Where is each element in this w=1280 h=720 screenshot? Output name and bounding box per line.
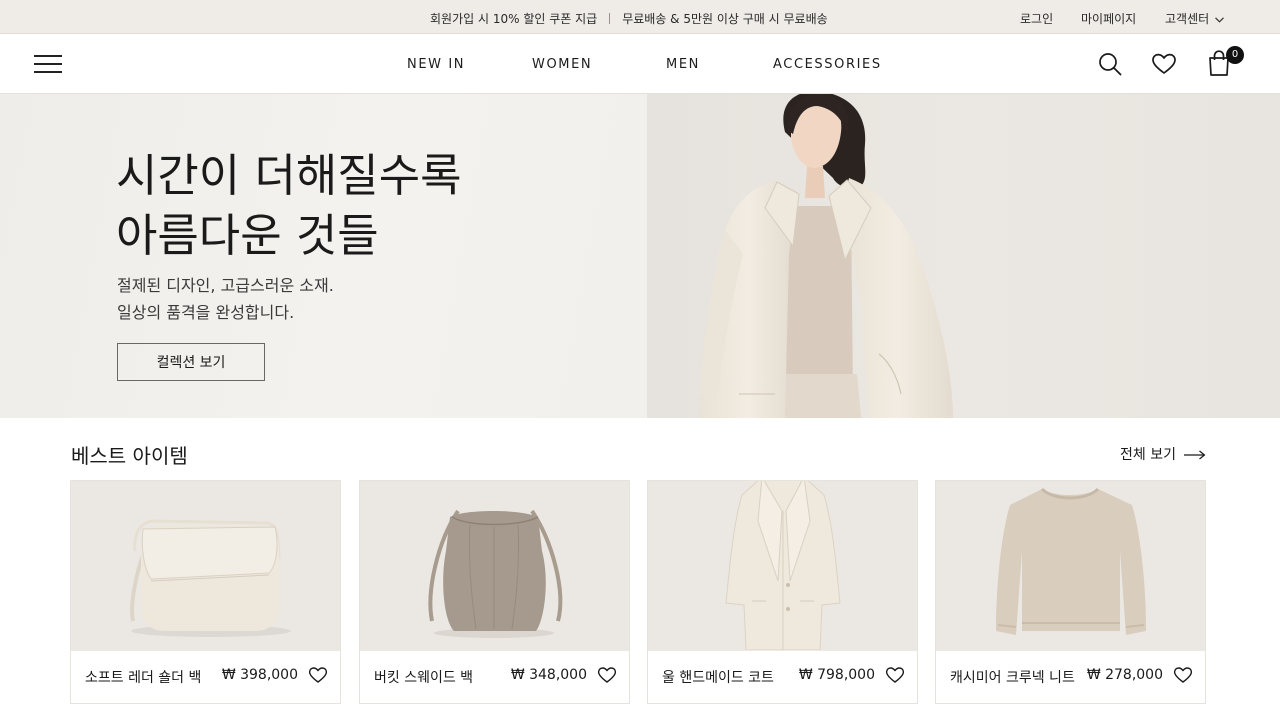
hero-sub-line-2: 일상의 품격을 완성합니다. xyxy=(117,303,295,322)
product-price: ₩ 348,000 xyxy=(510,667,587,683)
cart-count-badge: 0 xyxy=(1226,46,1244,64)
product-info: 캐시미어 크루넥 니트 ₩ 278,000 xyxy=(936,650,1205,704)
product-image-wool-coat[interactable] xyxy=(648,481,917,650)
login-link[interactable]: 로그인 xyxy=(1020,10,1053,27)
product-image-bucket-bag[interactable] xyxy=(360,481,629,650)
product-info: 소프트 레더 숄더 백 ₩ 398,000 xyxy=(71,650,340,704)
nav-women[interactable]: WOMEN xyxy=(532,57,592,72)
promo-coupon: 회원가입 시 10% 할인 쿠폰 지급 xyxy=(430,12,598,26)
product-price: ₩ 398,000 xyxy=(221,667,298,683)
hero-banner: 시간이 더해질수록 아름다운 것들 절제된 디자인, 고급스러운 소재. 일상의… xyxy=(0,94,1280,418)
product-image-shoulder-bag[interactable] xyxy=(71,481,340,650)
menu-icon[interactable] xyxy=(34,53,62,75)
wishlist-heart-icon[interactable] xyxy=(1151,51,1177,77)
wishlist-heart-icon[interactable] xyxy=(597,665,617,685)
announcement-bar: 회원가입 시 10% 할인 쿠폰 지급 무료배송 & 5만원 이상 구매 시 무료… xyxy=(0,0,1280,34)
view-collection-button[interactable]: 컬렉션 보기 xyxy=(117,343,265,381)
nav-men[interactable]: MEN xyxy=(666,57,700,72)
hero-sub-line-1: 절제된 디자인, 고급스러운 소재. xyxy=(117,276,334,295)
customer-center-label: 고객센터 xyxy=(1165,12,1210,26)
hero-text-panel: 시간이 더해질수록 아름다운 것들 절제된 디자인, 고급스러운 소재. 일상의… xyxy=(0,94,647,418)
hero-subtitle: 절제된 디자인, 고급스러운 소재. 일상의 품격을 완성합니다. xyxy=(117,272,334,326)
main-header: NEW IN WOMEN MEN ACCESSORIES 0 xyxy=(0,34,1280,94)
promo-divider xyxy=(609,13,611,24)
view-all-label: 전체 보기 xyxy=(1120,447,1176,463)
product-name: 버킷 스웨이드 백 xyxy=(374,670,474,686)
woman-in-coat-illustration xyxy=(699,94,953,418)
wishlist-heart-icon[interactable] xyxy=(885,665,905,685)
product-info: 울 핸드메이드 코트 ₩ 798,000 xyxy=(648,650,917,704)
product-card[interactable]: 울 핸드메이드 코트 ₩ 798,000 xyxy=(647,480,918,704)
best-items-title: 베스트 아이템 xyxy=(71,444,188,468)
nav-new-in[interactable]: NEW IN xyxy=(407,57,465,72)
promo-text: 회원가입 시 10% 할인 쿠폰 지급 무료배송 & 5만원 이상 구매 시 무료… xyxy=(430,10,828,27)
wishlist-heart-icon[interactable] xyxy=(1173,665,1193,685)
wishlist-heart-icon[interactable] xyxy=(308,665,328,685)
search-icon[interactable] xyxy=(1097,51,1123,77)
arrow-right-icon xyxy=(1183,450,1206,460)
product-info: 버킷 스웨이드 백 ₩ 348,000 xyxy=(360,650,629,704)
product-name: 울 핸드메이드 코트 xyxy=(662,670,774,686)
customer-center-dropdown[interactable]: 고객센터 xyxy=(1165,10,1225,27)
hero-model-image xyxy=(647,94,1280,418)
nav-accessories[interactable]: ACCESSORIES xyxy=(773,57,882,72)
product-name: 캐시미어 크루넥 니트 xyxy=(950,670,1075,686)
hero-title-line-2: 아름다운 것들 xyxy=(116,209,379,262)
product-card[interactable]: 소프트 레더 숄더 백 ₩ 398,000 xyxy=(70,480,341,704)
product-price: ₩ 798,000 xyxy=(798,667,875,683)
chevron-down-icon xyxy=(1215,17,1225,23)
hero-title-line-1: 시간이 더해질수록 xyxy=(116,149,462,202)
view-all-link[interactable]: 전체 보기 xyxy=(1120,444,1206,464)
product-card[interactable]: 캐시미어 크루넥 니트 ₩ 278,000 xyxy=(935,480,1206,704)
hero-title: 시간이 더해질수록 아름다운 것들 xyxy=(116,146,462,266)
product-card[interactable]: 버킷 스웨이드 백 ₩ 348,000 xyxy=(359,480,630,704)
product-name: 소프트 레더 숄더 백 xyxy=(85,670,202,686)
product-image-cashmere-sweater[interactable] xyxy=(936,481,1205,650)
promo-shipping: 무료배송 & 5만원 이상 구매 시 무료배송 xyxy=(622,12,828,26)
mypage-link[interactable]: 마이페이지 xyxy=(1081,10,1136,27)
product-price: ₩ 278,000 xyxy=(1086,667,1163,683)
